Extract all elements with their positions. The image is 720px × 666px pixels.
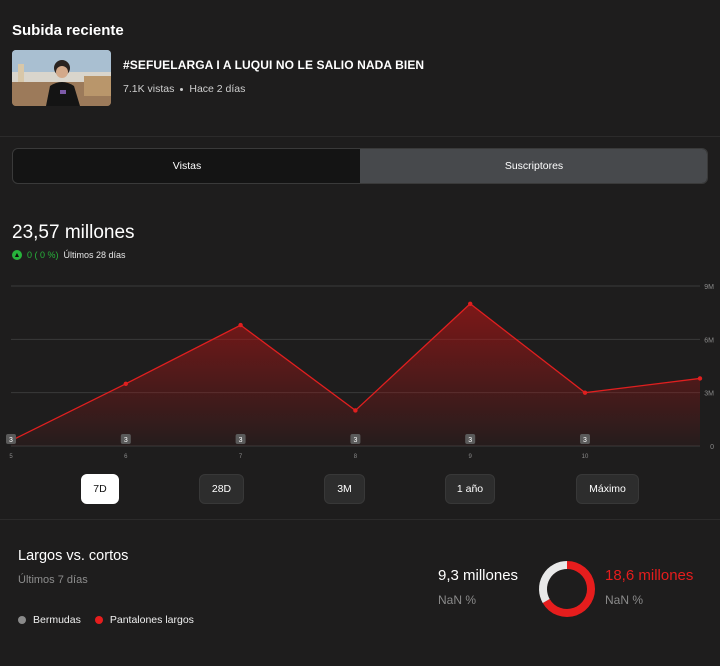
x-tick-label: 6 <box>124 454 128 460</box>
marker-label: 3 <box>9 437 13 444</box>
marker-label: 3 <box>239 437 243 444</box>
x-tick-label: 10 <box>582 454 589 460</box>
donut-slice-bermudas <box>539 561 568 603</box>
subscribers-chart: 9M 6M 3M 0 3 3 3 3 3 3 5 6 7 8 9 10 <box>6 284 714 460</box>
marker-label: 3 <box>468 437 472 444</box>
range-1y-button[interactable]: 1 año <box>445 474 495 504</box>
legend-dot <box>94 616 103 624</box>
upload-marker[interactable]: 3 <box>6 434 16 444</box>
marker-label: 3 <box>353 437 357 444</box>
tab-subscribers[interactable]: Suscriptores <box>360 149 707 183</box>
marker-label: 3 <box>583 437 587 444</box>
data-point[interactable] <box>697 376 703 381</box>
delta-period: Últimos 28 días <box>63 250 126 260</box>
pantalones-value: 18,6 millones <box>605 567 694 584</box>
upload-marker[interactable]: 3 <box>350 434 361 444</box>
total-value: 23,57 millones <box>12 222 135 243</box>
legend-item-pantalones-largos: Pantalones largos <box>94 614 194 626</box>
y-tick-label: 0 <box>710 444 714 451</box>
data-point[interactable] <box>353 408 358 413</box>
compare-subtitle: Últimos 7 días <box>18 574 88 586</box>
delta-row: ▲ 0 ( 0 %) Últimos 28 días <box>12 250 126 260</box>
data-point[interactable] <box>123 381 128 386</box>
x-tick-label: 5 <box>9 454 13 460</box>
meta-separator-dot <box>180 87 184 91</box>
upload-marker[interactable]: 3 <box>235 434 246 444</box>
range-7d-button[interactable]: 7D <box>81 474 119 504</box>
legend-label: Bermudas <box>33 614 81 626</box>
compare-title: Largos vs. cortos <box>18 548 129 564</box>
upload-marker[interactable]: 3 <box>580 434 590 444</box>
upload-marker[interactable]: 3 <box>465 434 476 444</box>
chart-area <box>11 303 700 446</box>
tab-views[interactable]: Vistas <box>13 149 361 183</box>
bermudas-value: 9,3 millones <box>438 567 519 584</box>
marker-label: 3 <box>124 437 128 444</box>
y-tick-label: 3M <box>704 391 714 398</box>
recent-upload-title: Subida reciente <box>12 22 124 39</box>
range-selector: 7D 28D 3M 1 año Máximo <box>0 474 720 506</box>
x-tick-label: 9 <box>469 454 473 460</box>
compare-legend: Bermudas Pantalones largos <box>18 614 194 626</box>
y-tick-label: 9M <box>704 284 714 291</box>
legend-dot <box>18 616 26 624</box>
thumbnail-image <box>12 50 111 106</box>
data-point[interactable] <box>238 322 243 328</box>
legend-label: Pantalones largos <box>109 614 194 626</box>
delta-value: 0 ( 0 %) <box>27 250 59 260</box>
range-max-button[interactable]: Máximo <box>576 474 639 504</box>
video-age: Hace 2 días <box>189 83 246 95</box>
x-tick-label: 7 <box>239 454 243 460</box>
y-tick-label: 6M <box>704 337 714 344</box>
range-3m-button[interactable]: 3M <box>324 474 365 504</box>
x-tick-label: 8 <box>354 454 358 460</box>
video-thumbnail[interactable] <box>12 50 111 106</box>
data-point[interactable] <box>468 301 473 306</box>
bermudas-percent: NaN % <box>438 593 477 607</box>
video-meta: 7.1K vistas Hace 2 días <box>123 83 245 95</box>
metric-tabs: Vistas Suscriptores <box>12 148 708 184</box>
upload-marker[interactable]: 3 <box>120 434 131 444</box>
pantalones-percent: NaN % <box>605 593 644 607</box>
video-views: 7.1K vistas <box>123 83 175 95</box>
long-short-donut <box>539 561 595 617</box>
arrow-up-icon: ▲ <box>12 250 22 260</box>
data-point[interactable] <box>582 390 588 395</box>
range-28d-button[interactable]: 28D <box>199 474 244 504</box>
legend-item-bermudas: Bermudas <box>18 614 81 626</box>
video-title[interactable]: #SEFUELARGA I A LUQUI NO LE SALIO NADA B… <box>123 58 424 72</box>
